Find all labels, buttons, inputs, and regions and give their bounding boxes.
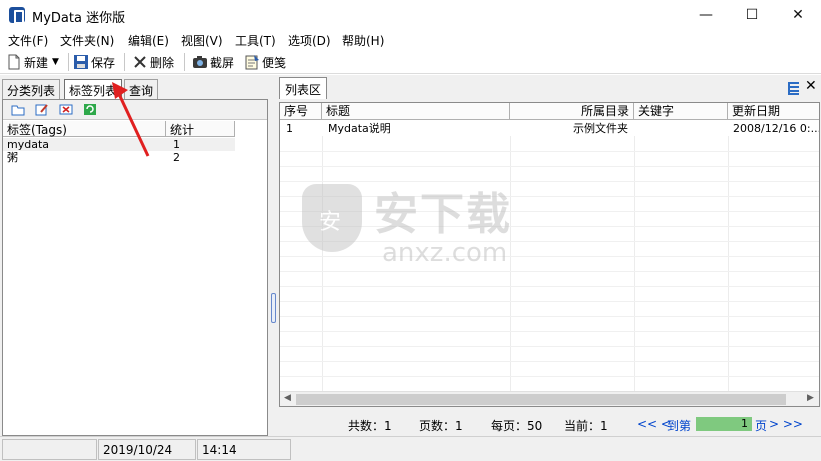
menu-view[interactable]: 视图(V) bbox=[181, 32, 223, 49]
refresh-icon[interactable] bbox=[83, 103, 97, 116]
pane-splitter[interactable] bbox=[270, 75, 277, 436]
grid-line bbox=[280, 151, 819, 152]
column-header-keywords[interactable]: 关键字 bbox=[634, 103, 728, 120]
menu-help[interactable]: 帮助(H) bbox=[342, 32, 384, 49]
grid-line bbox=[280, 331, 819, 332]
menu-options[interactable]: 选项(D) bbox=[288, 32, 331, 49]
shield-icon bbox=[302, 184, 362, 252]
menu-tools[interactable]: 工具(T) bbox=[235, 32, 276, 49]
edit-icon[interactable] bbox=[35, 103, 49, 116]
column-header-index[interactable]: 序号 bbox=[280, 103, 322, 120]
delete-label: 删除 bbox=[150, 55, 175, 70]
tag-count: 1 bbox=[173, 138, 180, 151]
toolbar-divider bbox=[184, 53, 185, 71]
tab-list-area[interactable]: 列表区 bbox=[279, 77, 328, 99]
column-settings-icon[interactable] bbox=[787, 80, 803, 96]
toolbar-divider bbox=[68, 53, 69, 71]
app-icon bbox=[9, 7, 25, 24]
pager: 共数：1 页数：1 每页：50 当前：1 << < 到第 1 页 > >> bbox=[277, 408, 821, 436]
current-page: 当前：1 bbox=[564, 419, 608, 433]
cell-title: Mydata说明 bbox=[328, 122, 391, 135]
watermark-en: anxz.com bbox=[382, 238, 508, 268]
status-date: 2019/10/24 bbox=[98, 439, 196, 460]
first-prev-page-button[interactable]: << < bbox=[637, 417, 671, 431]
page-count: 页数：1 bbox=[419, 419, 463, 433]
grid-line bbox=[280, 286, 819, 287]
scroll-left-icon[interactable]: ◀ bbox=[284, 393, 291, 403]
screenshot-button[interactable]: 截屏 bbox=[192, 53, 234, 71]
page-suffix: 页 bbox=[755, 419, 768, 433]
annotation-arrow-icon bbox=[112, 82, 150, 157]
watermark: 安下载 anxz.com bbox=[302, 178, 522, 273]
grid-line bbox=[280, 376, 819, 377]
save-icon bbox=[73, 54, 89, 70]
grid-line bbox=[280, 316, 819, 317]
window-title: MyData 迷你版 bbox=[32, 11, 126, 26]
menu-bar: 文件(F) 文件夹(N) 编辑(E) 视图(V) 工具(T) 选项(D) 帮助(… bbox=[0, 30, 821, 50]
next-last-page-button[interactable]: > >> bbox=[769, 417, 803, 431]
new-document-icon bbox=[6, 54, 22, 70]
grid-line bbox=[280, 361, 819, 362]
horizontal-scrollbar[interactable]: ◀ ▶ bbox=[280, 391, 819, 406]
status-cell-empty bbox=[2, 439, 97, 460]
menu-edit[interactable]: 编辑(E) bbox=[128, 32, 169, 49]
goto-label: 到第 bbox=[667, 419, 692, 433]
tag-name: mydata bbox=[7, 138, 50, 151]
per-page: 每页：50 bbox=[491, 419, 543, 433]
tag-name: 粥 bbox=[7, 151, 18, 164]
close-button[interactable]: ✕ bbox=[775, 0, 821, 30]
camera-icon bbox=[192, 54, 208, 70]
grid-line bbox=[280, 166, 819, 167]
save-button[interactable]: 保存 bbox=[73, 53, 115, 71]
cell-updated: 2008/12/16 0:... bbox=[733, 122, 819, 135]
column-header-folder[interactable]: 所属目录 bbox=[510, 103, 634, 120]
tab-category-list[interactable]: 分类列表 bbox=[2, 79, 61, 99]
grid-line bbox=[728, 136, 729, 391]
new-label: 新建 bbox=[24, 55, 49, 70]
menu-file[interactable]: 文件(F) bbox=[8, 32, 48, 49]
scrollbar-thumb[interactable] bbox=[296, 394, 786, 405]
maximize-button[interactable]: ☐ bbox=[729, 0, 775, 30]
save-label: 保存 bbox=[91, 55, 116, 70]
total-count: 共数：1 bbox=[348, 419, 392, 433]
chevron-down-icon[interactable]: ▼ bbox=[52, 57, 59, 67]
delete-tag-icon[interactable] bbox=[59, 103, 73, 116]
folder-icon[interactable] bbox=[11, 103, 25, 116]
cell-index: 1 bbox=[286, 122, 293, 135]
column-header-count[interactable]: 统计 bbox=[166, 121, 235, 137]
grid-line bbox=[280, 301, 819, 302]
splitter-grip[interactable] bbox=[271, 293, 276, 323]
status-bar: 2019/10/24 14:14 bbox=[0, 436, 821, 461]
grid-line bbox=[634, 136, 635, 391]
scroll-right-icon[interactable]: ▶ bbox=[807, 393, 814, 403]
new-button[interactable]: 新建 ▼ bbox=[6, 53, 59, 71]
column-header-title[interactable]: 标题 bbox=[322, 103, 510, 120]
cell-keywords bbox=[638, 121, 726, 136]
delete-x-icon bbox=[132, 54, 148, 70]
cell-folder: 示例文件夹 bbox=[573, 122, 628, 135]
column-header-updated[interactable]: 更新日期 bbox=[728, 103, 819, 120]
toolbar: 新建 ▼ 保存 删除 截屏 便笺 bbox=[0, 50, 821, 74]
close-panel-icon[interactable]: ✕ bbox=[805, 78, 817, 94]
note-button[interactable]: 便笺 bbox=[244, 53, 286, 71]
watermark-cn: 安下载 bbox=[374, 189, 512, 240]
screenshot-label: 截屏 bbox=[210, 55, 235, 70]
title-bar: MyData 迷你版 — ☐ ✕ bbox=[0, 0, 821, 30]
tag-count: 2 bbox=[173, 151, 180, 164]
menu-folder[interactable]: 文件夹(N) bbox=[60, 32, 114, 49]
page-number-input[interactable]: 1 bbox=[696, 417, 752, 431]
delete-button[interactable]: 删除 bbox=[132, 53, 174, 71]
note-label: 便笺 bbox=[262, 55, 287, 70]
notepad-icon bbox=[244, 54, 260, 70]
toolbar-divider bbox=[124, 53, 125, 71]
minimize-button[interactable]: — bbox=[683, 0, 729, 30]
grid-line bbox=[280, 346, 819, 347]
status-time: 14:14 bbox=[197, 439, 291, 460]
